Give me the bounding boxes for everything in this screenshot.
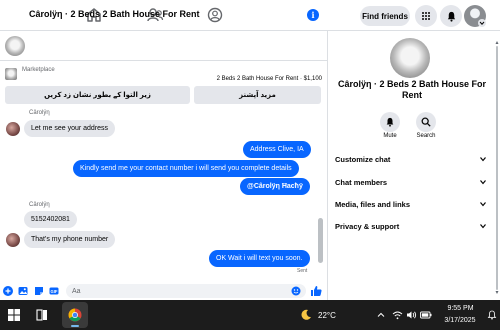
section-label: Privacy & support: [335, 221, 400, 231]
section-label: Media, files and links: [335, 199, 411, 209]
chrome-taskbar-button[interactable]: [62, 302, 88, 328]
find-friends-button[interactable]: Find friends: [360, 6, 410, 26]
search-icon: [421, 117, 431, 127]
chevron-down-icon[interactable]: [478, 19, 486, 27]
section-label: Chat members: [335, 177, 388, 187]
plus-icon[interactable]: [3, 286, 13, 296]
message-bubble-incoming[interactable]: Let me see your address: [24, 120, 116, 137]
sticker-icon[interactable]: [34, 286, 44, 296]
more-options-button[interactable]: مزید آپشنز: [194, 86, 321, 104]
message-bubble-incoming[interactable]: 5152402081: [24, 211, 77, 228]
mute-button[interactable]: [380, 112, 400, 132]
chevron-down-icon: [480, 202, 486, 207]
battery-icon[interactable]: [420, 310, 432, 320]
sender-name: Cârolÿη: [29, 202, 50, 208]
mark-pending-button[interactable]: زیر التوا کے بطور نشان زد کریں: [5, 86, 190, 104]
message-status: Sent: [297, 268, 308, 274]
info-icon[interactable]: i: [307, 9, 319, 21]
weather-temperature[interactable]: 22°C: [318, 311, 336, 320]
emoji-icon[interactable]: [291, 286, 301, 296]
section-label: Customize chat: [335, 154, 391, 164]
customize-chat-row[interactable]: Customize chat: [335, 151, 487, 167]
menu-grid-icon: [422, 12, 430, 20]
media-files-links-row[interactable]: Media, files and links: [335, 196, 487, 212]
volume-icon[interactable]: [406, 310, 417, 320]
page-scrollbar[interactable]: [495, 40, 499, 295]
message-bubble-incoming[interactable]: That's my phone number: [24, 231, 116, 248]
search-label: Search: [416, 133, 436, 139]
gif-icon[interactable]: GIF: [49, 286, 59, 296]
listing-thumbnail[interactable]: [5, 68, 17, 80]
sender-avatar[interactable]: [6, 122, 20, 136]
listing-avatar[interactable]: [5, 36, 25, 56]
page-scrollbar-graphic: [495, 41, 499, 294]
svg-text:GIF: GIF: [51, 289, 58, 294]
chat-header: [0, 31, 327, 61]
marketplace-label: Marketplace: [22, 67, 55, 73]
image-icon[interactable]: [18, 286, 28, 296]
message-input[interactable]: Aa: [66, 284, 306, 298]
chat-title[interactable]: Cârolÿη · 2 Beds 2 Bath House For Rent: [29, 9, 200, 19]
notifications-icon: [447, 11, 455, 22]
notifications-button[interactable]: [440, 5, 462, 27]
menu-grid-button[interactable]: [415, 5, 437, 27]
chevron-down-icon: [480, 224, 486, 229]
message-bubble-outgoing[interactable]: Kindly send me your contact number i wil…: [73, 160, 299, 177]
conversation-avatar[interactable]: [390, 38, 430, 78]
conversation-title: Cârolÿη · 2 Beds 2 Bath House For Rent: [337, 79, 487, 100]
clock-time[interactable]: 9:55 PM: [443, 305, 478, 312]
chat-scrollbar-thumb[interactable]: [318, 218, 323, 263]
start-icon[interactable]: [8, 309, 20, 321]
show-hidden-icons-icon[interactable]: [377, 311, 385, 319]
listing-summary[interactable]: 2 Beds 2 Bath House For Rent · $1,100: [217, 76, 322, 82]
task-view-icon[interactable]: [36, 308, 48, 322]
chevron-down-icon: [480, 180, 486, 185]
windows-taskbar: 22°C 9:55 PM 3/17/2025: [0, 300, 500, 330]
sender-name: Cârolÿη: [29, 110, 50, 116]
message-bubble-outgoing-mention[interactable]: @Cârolÿη Ħacħÿ: [240, 178, 310, 195]
notification-bell-icon[interactable]: [487, 310, 497, 320]
search-conversation-button[interactable]: [416, 112, 436, 132]
clock-date[interactable]: 3/17/2025: [440, 317, 480, 324]
message-bubble-outgoing[interactable]: Address Clive, IA: [243, 141, 311, 158]
chevron-down-icon: [480, 157, 486, 162]
weather-moon-icon[interactable]: [300, 309, 312, 321]
message-bubble-outgoing[interactable]: OK Wait i will text you soon.: [209, 250, 310, 267]
like-icon[interactable]: [310, 285, 322, 297]
bell-icon: [386, 117, 394, 127]
chrome-icon: [68, 308, 82, 322]
mute-label: Mute: [383, 133, 397, 139]
sender-avatar[interactable]: [6, 233, 20, 247]
groups-icon[interactable]: [205, 5, 225, 25]
privacy-support-row[interactable]: Privacy & support: [335, 218, 487, 234]
wifi-icon[interactable]: [392, 310, 403, 320]
chat-members-row[interactable]: Chat members: [335, 174, 487, 190]
